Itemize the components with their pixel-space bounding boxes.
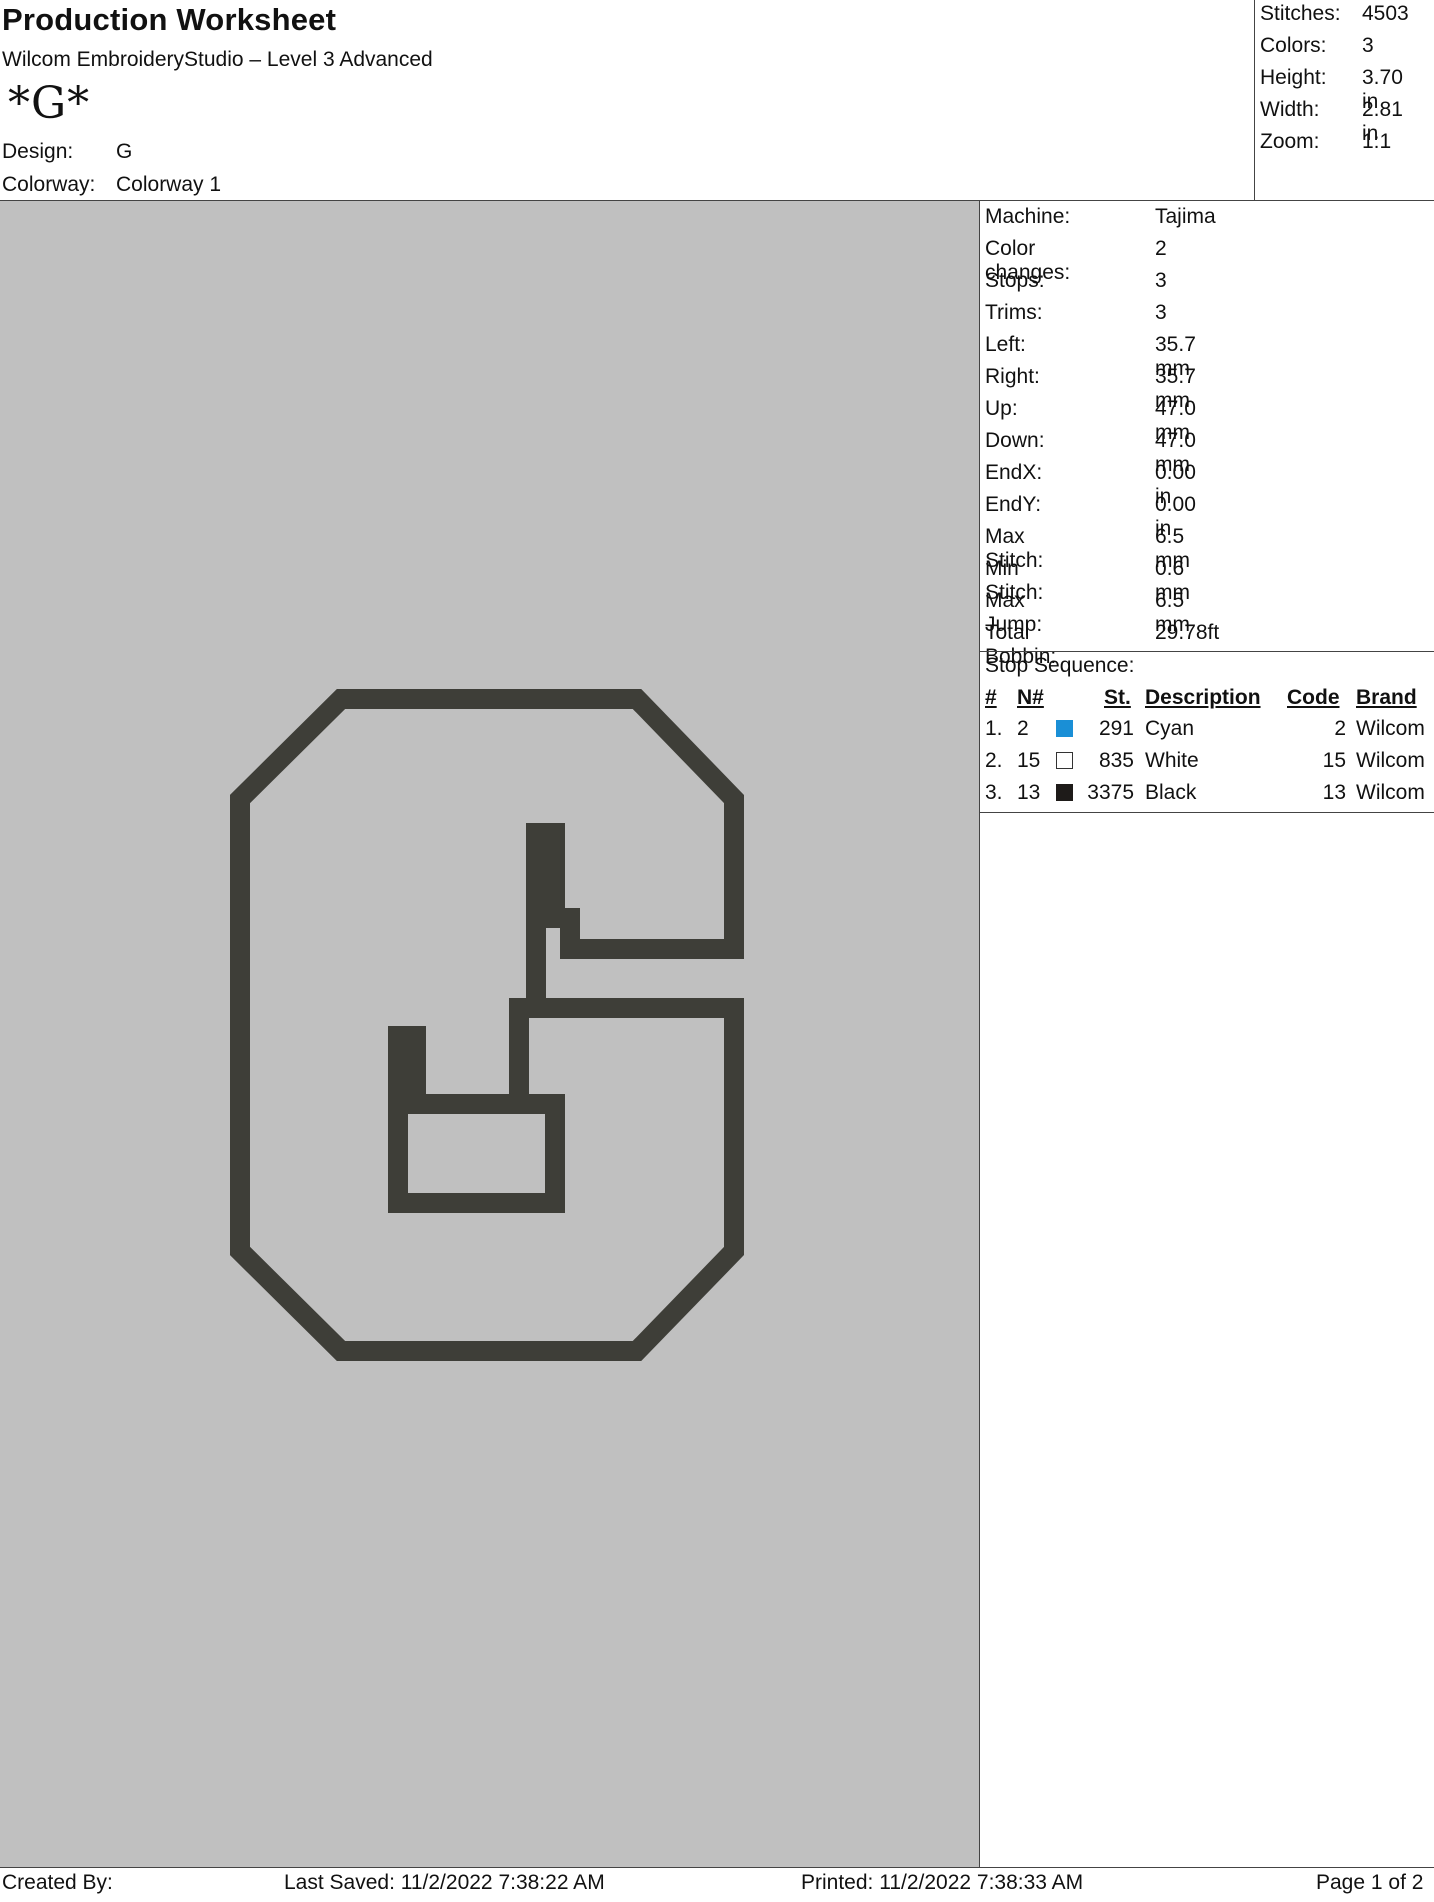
col-header-code: Code [1287,686,1340,709]
info-label: Up: [985,397,1018,420]
info-value: 29.78ft [1155,621,1220,644]
color-code: 2 [1334,717,1346,740]
color-description: Black [1145,781,1197,804]
colorway-value: Colorway 1 [116,173,222,196]
needle-number: 15 [1017,749,1041,772]
info-value: Tajima [1155,205,1216,228]
design-preview [0,201,979,1867]
col-header-brand: Brand [1356,686,1417,709]
summary-label: Height: [1260,66,1327,89]
color-code: 15 [1322,749,1346,772]
summary-label: Stitches: [1260,2,1341,25]
thread-brand: Wilcom [1356,749,1425,772]
created-by: Created By: [2,1871,113,1894]
design-symbol: *G* [8,78,91,129]
summary-label: Colors: [1260,34,1327,57]
color-swatch [1056,784,1073,801]
table-row: 1. 2 291 Cyan 2 Wilcom [0,717,1434,749]
info-value: 3 [1155,301,1167,324]
stitch-count: 835 [1098,749,1134,772]
colorway-label: Colorway: [2,173,96,196]
needle-number: 13 [1017,781,1041,804]
info-label: Stops: [985,269,1045,292]
info-label: EndX: [985,461,1043,484]
letter-g-outline [230,689,744,1361]
color-description: Cyan [1145,717,1195,740]
stop-number: 2. [985,749,1003,772]
summary-value: 1:1 [1362,130,1392,153]
software-name: Wilcom EmbroideryStudio – Level 3 Advanc… [2,48,433,71]
page-title: Production Worksheet [2,2,337,37]
info-label: Trims: [985,301,1043,324]
info-value: 3 [1155,269,1167,292]
summary-label: Width: [1260,98,1320,121]
summary-value: 3 [1362,34,1374,57]
stop-number: 1. [985,717,1003,740]
info-label: EndY: [985,493,1042,516]
stitch-count: 3375 [1087,781,1134,804]
table-bottom-divider [980,812,1434,813]
stop-sequence-label: Stop Sequence: [985,654,1135,677]
needle-number: 2 [1017,717,1029,740]
color-swatch [1056,752,1073,769]
info-label: Left: [985,333,1026,356]
footer-divider [0,1867,1434,1868]
page-number: Page 1 of 2 [1316,1871,1424,1894]
color-swatch [1056,720,1073,737]
info-label: Right: [985,365,1040,388]
stitch-count: 291 [1098,717,1134,740]
col-header-num: # [985,686,997,709]
stop-number: 3. [985,781,1003,804]
table-row: 2. 15 835 White 15 Wilcom [0,749,1434,781]
summary-value: 4503 [1362,2,1409,25]
canvas-divider [979,201,980,1867]
info-divider [980,651,1434,652]
design-value: G [116,140,133,163]
col-header-stitches: St. [1104,686,1131,709]
info-label: Machine: [985,205,1071,228]
summary-divider [1254,0,1255,200]
thread-brand: Wilcom [1356,717,1425,740]
printed-date: Printed: 11/2/2022 7:38:33 AM [801,1871,1084,1894]
summary-label: Zoom: [1260,130,1320,153]
thread-brand: Wilcom [1356,781,1425,804]
col-header-description: Description [1145,686,1261,709]
col-header-needle: N# [1017,686,1044,709]
color-code: 13 [1322,781,1346,804]
color-description: White [1145,749,1199,772]
table-row: 3. 13 3375 Black 13 Wilcom [0,781,1434,813]
design-label: Design: [2,140,74,163]
last-saved: Last Saved: 11/2/2022 7:38:22 AM [284,1871,605,1894]
info-value: 2 [1155,237,1167,260]
info-label: Down: [985,429,1045,452]
